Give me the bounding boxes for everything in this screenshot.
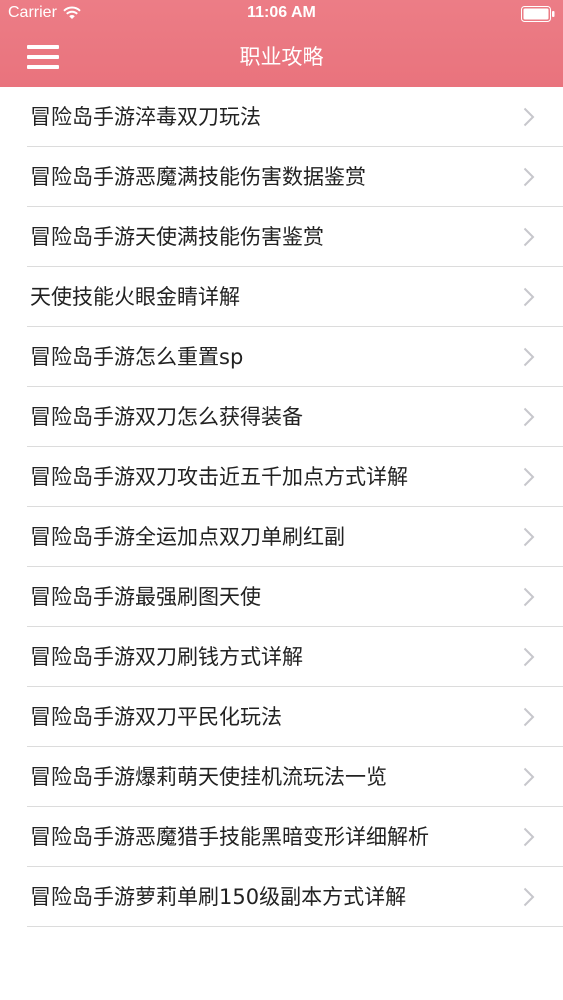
list-item[interactable]: 冒险岛手游双刀刷钱方式详解 <box>27 627 563 687</box>
chevron-right-icon <box>523 647 535 667</box>
list-item[interactable]: 冒险岛手游双刀攻击近五千加点方式详解 <box>27 447 563 507</box>
header: Carrier 11:06 AM 职业攻略 <box>0 0 563 87</box>
chevron-right-icon <box>523 587 535 607</box>
chevron-right-icon <box>523 827 535 847</box>
list-item[interactable]: 天使技能火眼金睛详解 <box>27 267 563 327</box>
chevron-right-icon <box>523 227 535 247</box>
chevron-right-icon <box>523 407 535 427</box>
chevron-right-icon <box>523 167 535 187</box>
list-item-label: 天使技能火眼金睛详解 <box>30 285 240 309</box>
chevron-right-icon <box>523 347 535 367</box>
list-item-label: 冒险岛手游萝莉单刷150级副本方式详解 <box>30 885 407 909</box>
article-list: 冒险岛手游淬毒双刀玩法 冒险岛手游恶魔满技能伤害数据鉴赏 冒险岛手游天使满技能伤… <box>0 87 563 927</box>
list-item-label: 冒险岛手游全运加点双刀单刷红副 <box>30 525 345 549</box>
list-item-label: 冒险岛手游天使满技能伤害鉴赏 <box>30 225 324 249</box>
list-item-label: 冒险岛手游双刀怎么获得装备 <box>30 405 303 429</box>
chevron-right-icon <box>523 527 535 547</box>
list-item[interactable]: 冒险岛手游淬毒双刀玩法 <box>27 87 563 147</box>
chevron-right-icon <box>523 467 535 487</box>
chevron-right-icon <box>523 767 535 787</box>
list-item-label: 冒险岛手游爆莉萌天使挂机流玩法一览 <box>30 765 387 789</box>
list-item[interactable]: 冒险岛手游恶魔猎手技能黑暗变形详细解析 <box>27 807 563 867</box>
nav-bar: 职业攻略 <box>0 30 563 87</box>
list-item[interactable]: 冒险岛手游最强刷图天使 <box>27 567 563 627</box>
list-item[interactable]: 冒险岛手游全运加点双刀单刷红副 <box>27 507 563 567</box>
status-time: 11:06 AM <box>247 4 316 21</box>
list-item[interactable]: 冒险岛手游爆莉萌天使挂机流玩法一览 <box>27 747 563 807</box>
list-item[interactable]: 冒险岛手游天使满技能伤害鉴赏 <box>27 207 563 267</box>
chevron-right-icon <box>523 887 535 907</box>
list-item[interactable]: 冒险岛手游萝莉单刷150级副本方式详解 <box>27 867 563 927</box>
list-item-label: 冒险岛手游双刀刷钱方式详解 <box>30 645 303 669</box>
list-item-label: 冒险岛手游双刀平民化玩法 <box>30 705 282 729</box>
list-item[interactable]: 冒险岛手游双刀平民化玩法 <box>27 687 563 747</box>
battery-icon <box>521 6 555 22</box>
page-title: 职业攻略 <box>239 45 324 69</box>
list-item-label: 冒险岛手游淬毒双刀玩法 <box>30 105 261 129</box>
chevron-right-icon <box>523 287 535 307</box>
status-bar: Carrier 11:06 AM <box>0 0 563 30</box>
list-item-label: 冒险岛手游最强刷图天使 <box>30 585 261 609</box>
chevron-right-icon <box>523 707 535 727</box>
chevron-right-icon <box>523 107 535 127</box>
list-item-label: 冒险岛手游双刀攻击近五千加点方式详解 <box>30 465 408 489</box>
list-item[interactable]: 冒险岛手游双刀怎么获得装备 <box>27 387 563 447</box>
list-item[interactable]: 冒险岛手游恶魔满技能伤害数据鉴赏 <box>27 147 563 207</box>
list-item-label: 冒险岛手游恶魔满技能伤害数据鉴赏 <box>30 165 366 189</box>
list-item-label: 冒险岛手游恶魔猎手技能黑暗变形详细解析 <box>30 825 429 849</box>
list-item-label: 冒险岛手游怎么重置sp <box>30 345 244 369</box>
list-item[interactable]: 冒险岛手游怎么重置sp <box>27 327 563 387</box>
